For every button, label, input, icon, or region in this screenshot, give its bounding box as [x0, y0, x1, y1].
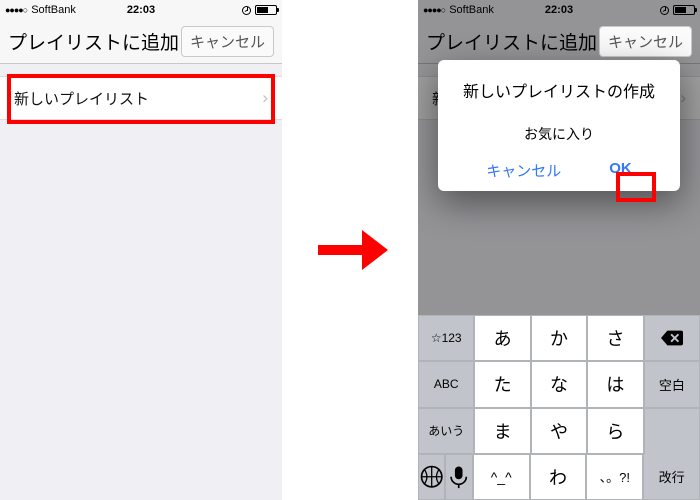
clock-label: 22:03: [0, 4, 282, 16]
keyboard: ☆123 あ か さ ABC た な は 空白 あいう ま や ら: [418, 315, 700, 500]
key-abc-mode[interactable]: ABC: [418, 361, 474, 407]
key-kaomoji[interactable]: ^_^: [473, 454, 530, 500]
key-globe[interactable]: [418, 454, 445, 500]
key-punct[interactable]: 、。?!: [586, 454, 643, 500]
new-playlist-row[interactable]: 新しいプレイリスト ›: [0, 76, 282, 120]
arrow-right-icon: [318, 230, 388, 270]
page-title: プレイリストに追加: [426, 28, 599, 55]
key-na[interactable]: な: [531, 361, 587, 407]
dialog-cancel-button[interactable]: キャンセル: [486, 160, 561, 181]
key-mic[interactable]: [445, 454, 472, 500]
key-ya[interactable]: や: [531, 408, 587, 454]
key-sa[interactable]: さ: [587, 315, 643, 361]
key-wa[interactable]: わ: [530, 454, 587, 500]
create-playlist-dialog: 新しいプレイリストの作成 お気に入り キャンセル OK: [438, 60, 680, 191]
chevron-right-icon: ›: [262, 88, 268, 108]
screen-add-to-playlist: ●●●●○ SoftBank 22:03 プレイリストに追加 キャンセル 新しい…: [0, 0, 282, 500]
mic-icon: [446, 464, 471, 489]
dialog-title: 新しいプレイリストの作成: [448, 78, 670, 102]
key-ra[interactable]: ら: [587, 408, 643, 454]
key-ma[interactable]: ま: [474, 408, 530, 454]
alarm-icon: [660, 6, 669, 15]
key-a[interactable]: あ: [474, 315, 530, 361]
alarm-icon: [242, 6, 251, 15]
key-delete[interactable]: [644, 315, 700, 361]
cancel-button[interactable]: キャンセル: [181, 26, 274, 57]
clock-label: 22:03: [418, 4, 700, 16]
dialog-ok-button[interactable]: OK: [609, 160, 632, 181]
key-space[interactable]: 空白: [644, 361, 700, 407]
key-ka[interactable]: か: [531, 315, 587, 361]
page-title: プレイリストに追加: [8, 28, 181, 55]
battery-icon: [255, 5, 277, 15]
cancel-button[interactable]: キャンセル: [599, 26, 692, 57]
key-ta[interactable]: た: [474, 361, 530, 407]
globe-icon: [419, 464, 444, 489]
screen-create-playlist-dialog: ●●●●○ SoftBank 22:03 プレイリストに追加 キャンセル 新しい…: [418, 0, 700, 500]
key-return-upper[interactable]: [644, 408, 700, 454]
status-bar: ●●●●○ SoftBank 22:03: [0, 0, 282, 20]
key-ha[interactable]: は: [587, 361, 643, 407]
nav-bar: プレイリストに追加 キャンセル: [418, 20, 700, 64]
key-kana-mode[interactable]: あいう: [418, 408, 474, 454]
status-bar: ●●●●○ SoftBank 22:03: [418, 0, 700, 20]
key-return[interactable]: 改行: [643, 454, 700, 500]
battery-icon: [673, 5, 695, 15]
delete-icon: [661, 330, 683, 346]
new-playlist-label: 新しいプレイリスト: [14, 88, 149, 109]
key-numeric-mode[interactable]: ☆123: [418, 315, 474, 361]
playlist-name-field[interactable]: お気に入り: [448, 124, 670, 144]
nav-bar: プレイリストに追加 キャンセル: [0, 20, 282, 64]
